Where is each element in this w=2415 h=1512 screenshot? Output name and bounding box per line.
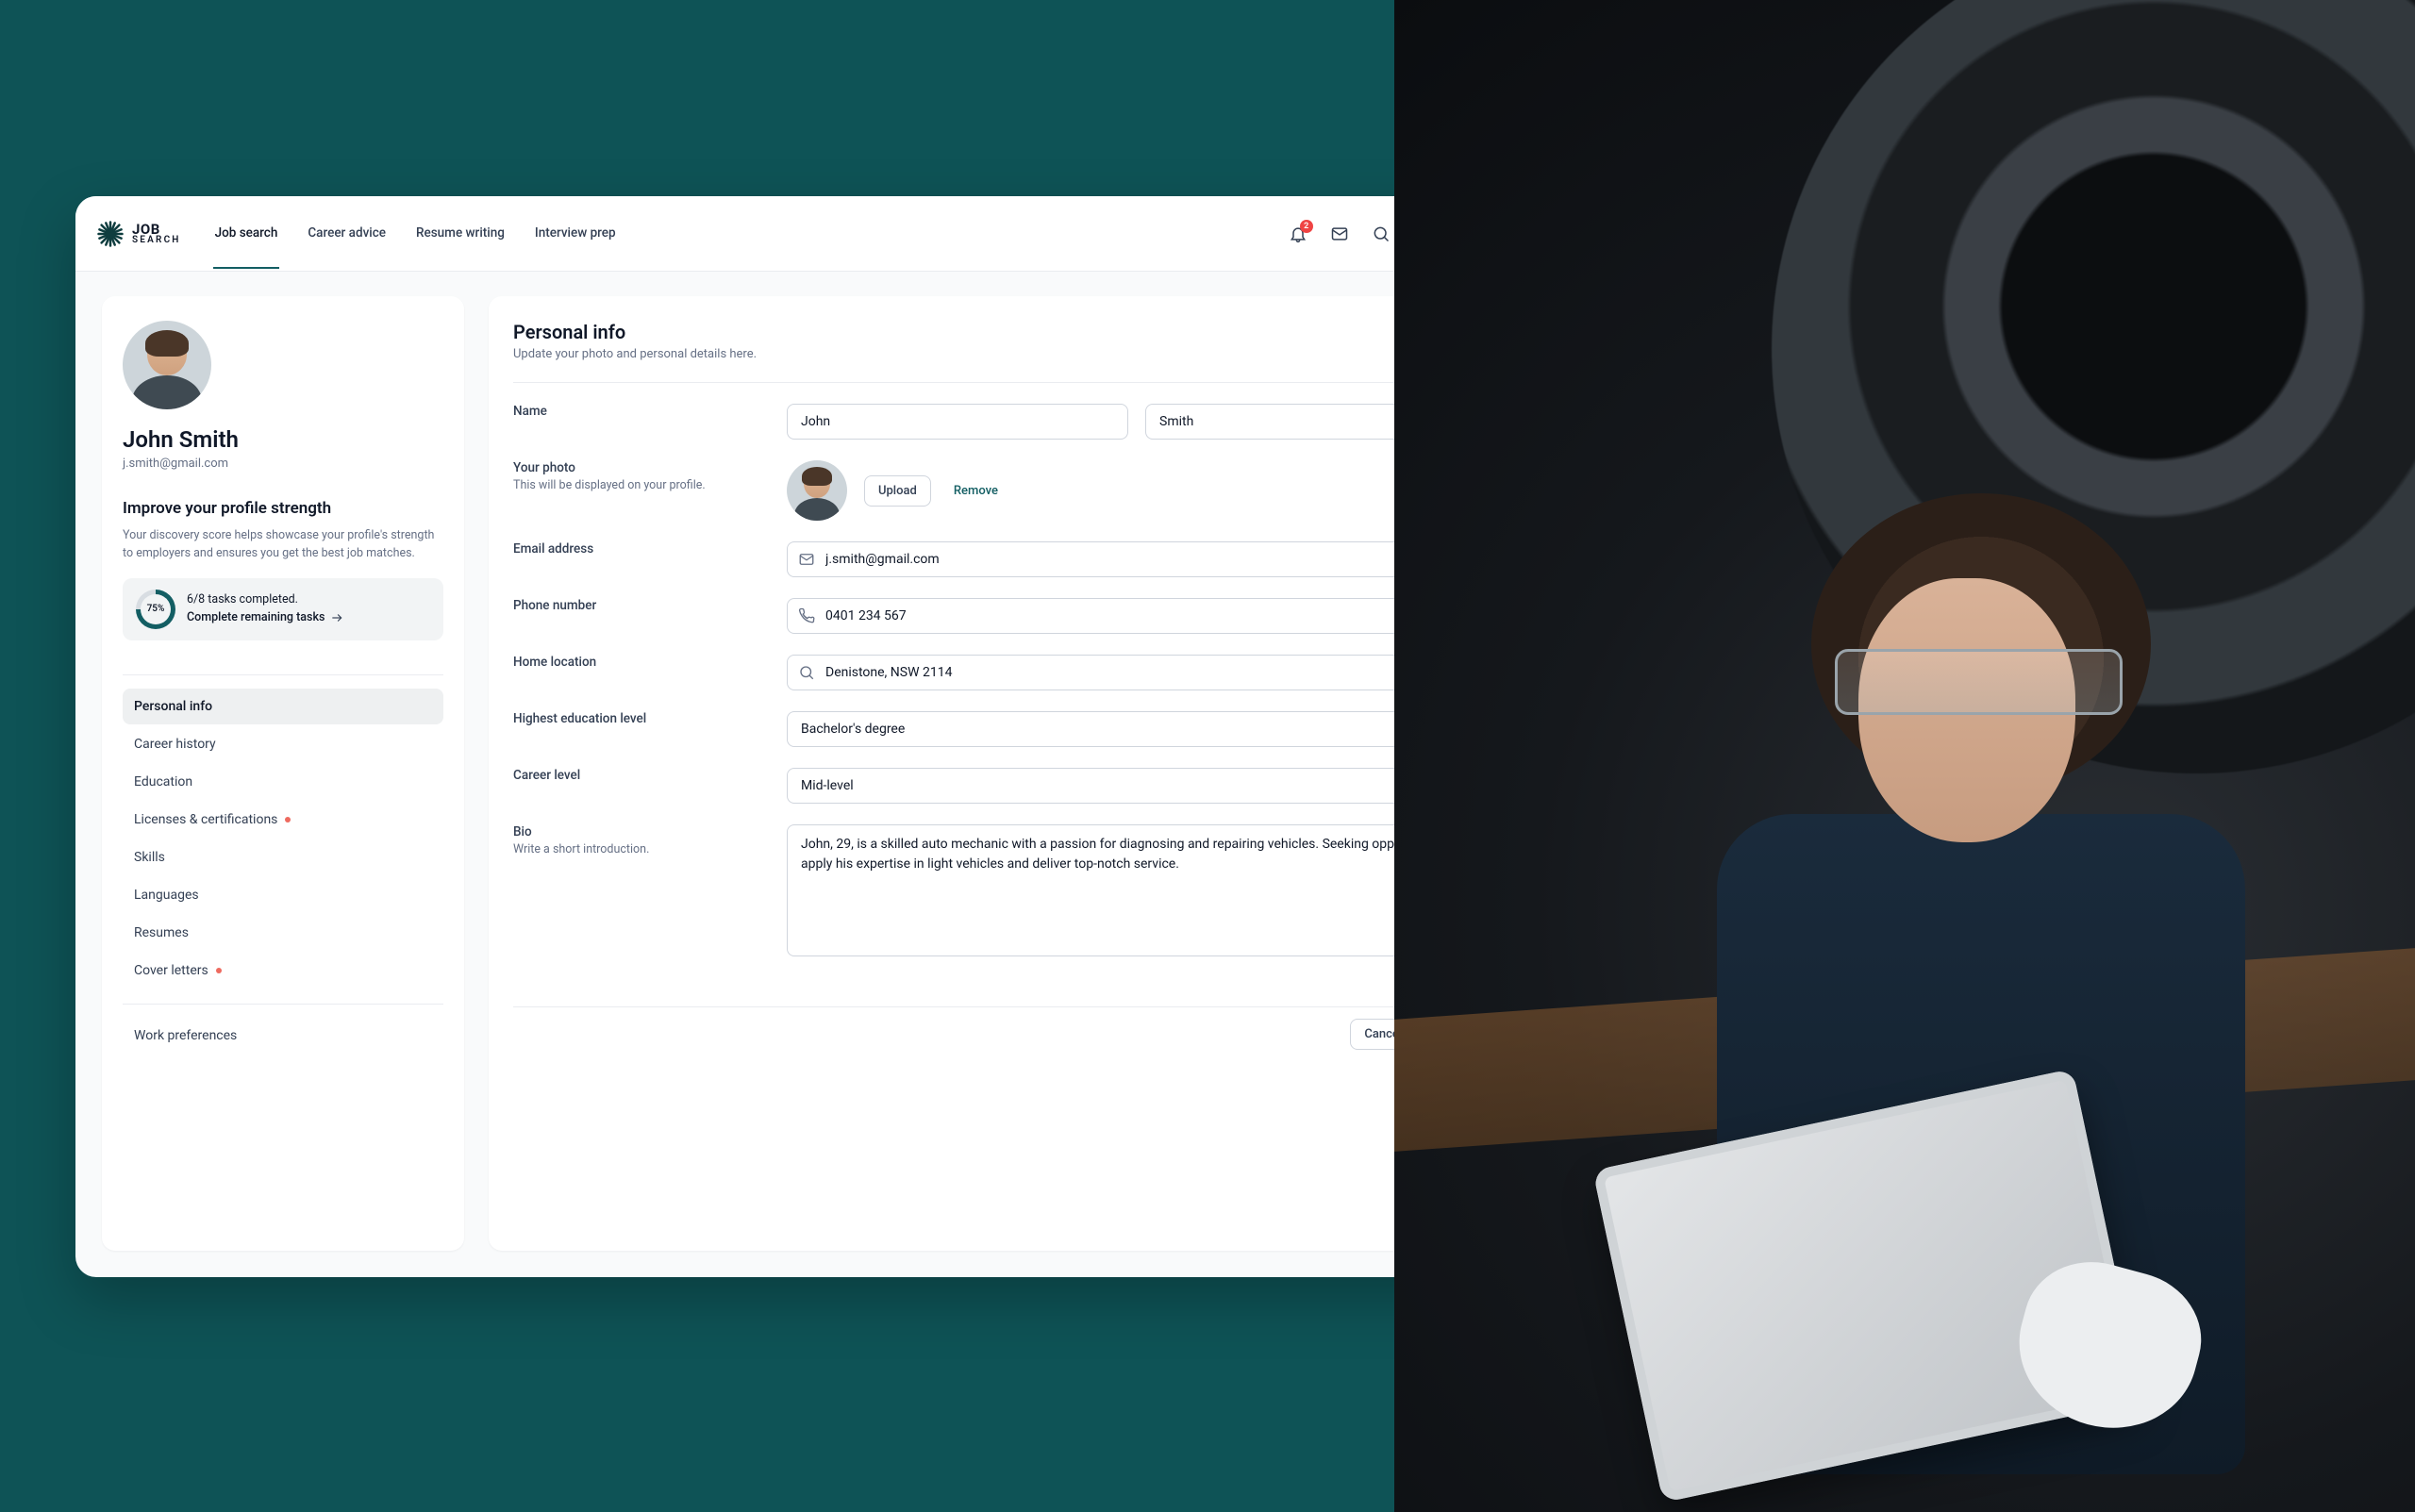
section-title: Personal info bbox=[513, 321, 1487, 343]
hint-photo: This will be displayed on your profile. bbox=[513, 477, 758, 494]
label-photo: Your photo bbox=[513, 460, 758, 475]
topbar: JOBSEARCH Job search Career advice Resum… bbox=[75, 196, 1538, 272]
label-name: Name bbox=[513, 404, 758, 419]
sidebar-item-label: Resumes bbox=[134, 925, 189, 940]
personal-info-panel: Personal info Update your photo and pers… bbox=[489, 296, 1511, 1251]
sidebar-item-label: Personal info bbox=[134, 699, 212, 714]
sidebar-item-licenses[interactable]: Licenses & certifications bbox=[123, 802, 443, 838]
label-career: Career level bbox=[513, 768, 758, 783]
profile-sidebar: John Smith j.smith@gmail.com Improve you… bbox=[102, 296, 464, 1251]
first-name-input[interactable] bbox=[787, 404, 1128, 440]
user-email: j.smith@gmail.com bbox=[123, 457, 443, 471]
search-icon bbox=[1372, 224, 1391, 243]
tab-resume-writing[interactable]: Resume writing bbox=[414, 198, 507, 269]
notifications-button[interactable]: 2 bbox=[1288, 224, 1308, 244]
phone-input[interactable] bbox=[787, 598, 1487, 634]
sidebar-item-skills[interactable]: Skills bbox=[123, 839, 443, 875]
location-input[interactable] bbox=[787, 655, 1487, 690]
progress-ring-icon: 75% bbox=[136, 590, 175, 629]
required-dot-icon bbox=[285, 817, 291, 822]
sidebar-item-cover-letters[interactable]: Cover letters bbox=[123, 953, 443, 989]
messages-button[interactable] bbox=[1329, 224, 1350, 244]
sidebar-item-languages[interactable]: Languages bbox=[123, 877, 443, 913]
label-email: Email address bbox=[513, 541, 758, 557]
strength-description: Your discovery score helps showcase your… bbox=[123, 527, 443, 563]
sidebar-item-education[interactable]: Education bbox=[123, 764, 443, 800]
mail-icon bbox=[1330, 224, 1349, 243]
sidebar-item-label: Licenses & certifications bbox=[134, 812, 277, 827]
tasks-callout[interactable]: 75% 6/8 tasks completed. Complete remain… bbox=[123, 578, 443, 640]
brand-logo[interactable]: JOBSEARCH bbox=[96, 220, 181, 248]
avatar bbox=[123, 321, 211, 409]
label-phone: Phone number bbox=[513, 598, 758, 613]
search-button[interactable] bbox=[1371, 224, 1391, 244]
characters-left: 34 characters left bbox=[787, 979, 1487, 993]
email-input[interactable] bbox=[787, 541, 1487, 577]
sidebar-item-resumes[interactable]: Resumes bbox=[123, 915, 443, 951]
label-bio: Bio bbox=[513, 824, 758, 839]
search-icon bbox=[798, 664, 815, 681]
user-name: John Smith bbox=[123, 426, 443, 453]
nav-tabs: Job search Career advice Resume writing … bbox=[213, 198, 618, 269]
sidebar-item-label: Education bbox=[134, 774, 192, 789]
sidebar-item-label: Languages bbox=[134, 888, 199, 903]
sidebar-item-label: Work preferences bbox=[134, 1028, 237, 1043]
complete-tasks-link: Complete remaining tasks bbox=[187, 609, 325, 626]
education-select[interactable] bbox=[787, 711, 1487, 747]
sidebar-item-personal-info[interactable]: Personal info bbox=[123, 689, 443, 724]
strength-heading: Improve your profile strength bbox=[123, 499, 443, 518]
sidebar-item-label: Skills bbox=[134, 850, 165, 865]
tab-career-advice[interactable]: Career advice bbox=[306, 198, 388, 269]
career-select[interactable] bbox=[787, 768, 1487, 804]
hint-bio: Write a short introduction. bbox=[513, 841, 758, 858]
label-location: Home location bbox=[513, 655, 758, 670]
tasks-completed-text: 6/8 tasks completed. bbox=[187, 591, 343, 608]
mail-icon bbox=[798, 551, 815, 568]
upload-button[interactable]: Upload bbox=[864, 475, 931, 507]
phone-icon bbox=[798, 607, 815, 624]
tab-interview-prep[interactable]: Interview prep bbox=[533, 198, 618, 269]
profile-section-nav: Personal info Career history Education L… bbox=[123, 689, 443, 989]
avatar bbox=[787, 460, 847, 521]
sidebar-item-work-preferences[interactable]: Work preferences bbox=[123, 1018, 443, 1054]
bio-textarea[interactable] bbox=[787, 824, 1487, 956]
brand-name: JOBSEARCH bbox=[132, 223, 181, 245]
label-education: Highest education level bbox=[513, 711, 758, 726]
sidebar-item-label: Cover letters bbox=[134, 963, 208, 978]
section-subtitle: Update your photo and personal details h… bbox=[513, 347, 1487, 361]
arrow-right-icon bbox=[330, 611, 343, 624]
tab-job-search[interactable]: Job search bbox=[213, 198, 280, 269]
sidebar-item-label: Career history bbox=[134, 737, 216, 752]
hero-photo bbox=[1394, 0, 2415, 1512]
remove-photo-button[interactable]: Remove bbox=[948, 476, 1004, 506]
burst-icon bbox=[96, 220, 125, 248]
sidebar-item-career-history[interactable]: Career history bbox=[123, 726, 443, 762]
notification-badge: 2 bbox=[1300, 220, 1313, 233]
app-window: JOBSEARCH Job search Career advice Resum… bbox=[75, 196, 1538, 1277]
required-dot-icon bbox=[216, 968, 222, 973]
